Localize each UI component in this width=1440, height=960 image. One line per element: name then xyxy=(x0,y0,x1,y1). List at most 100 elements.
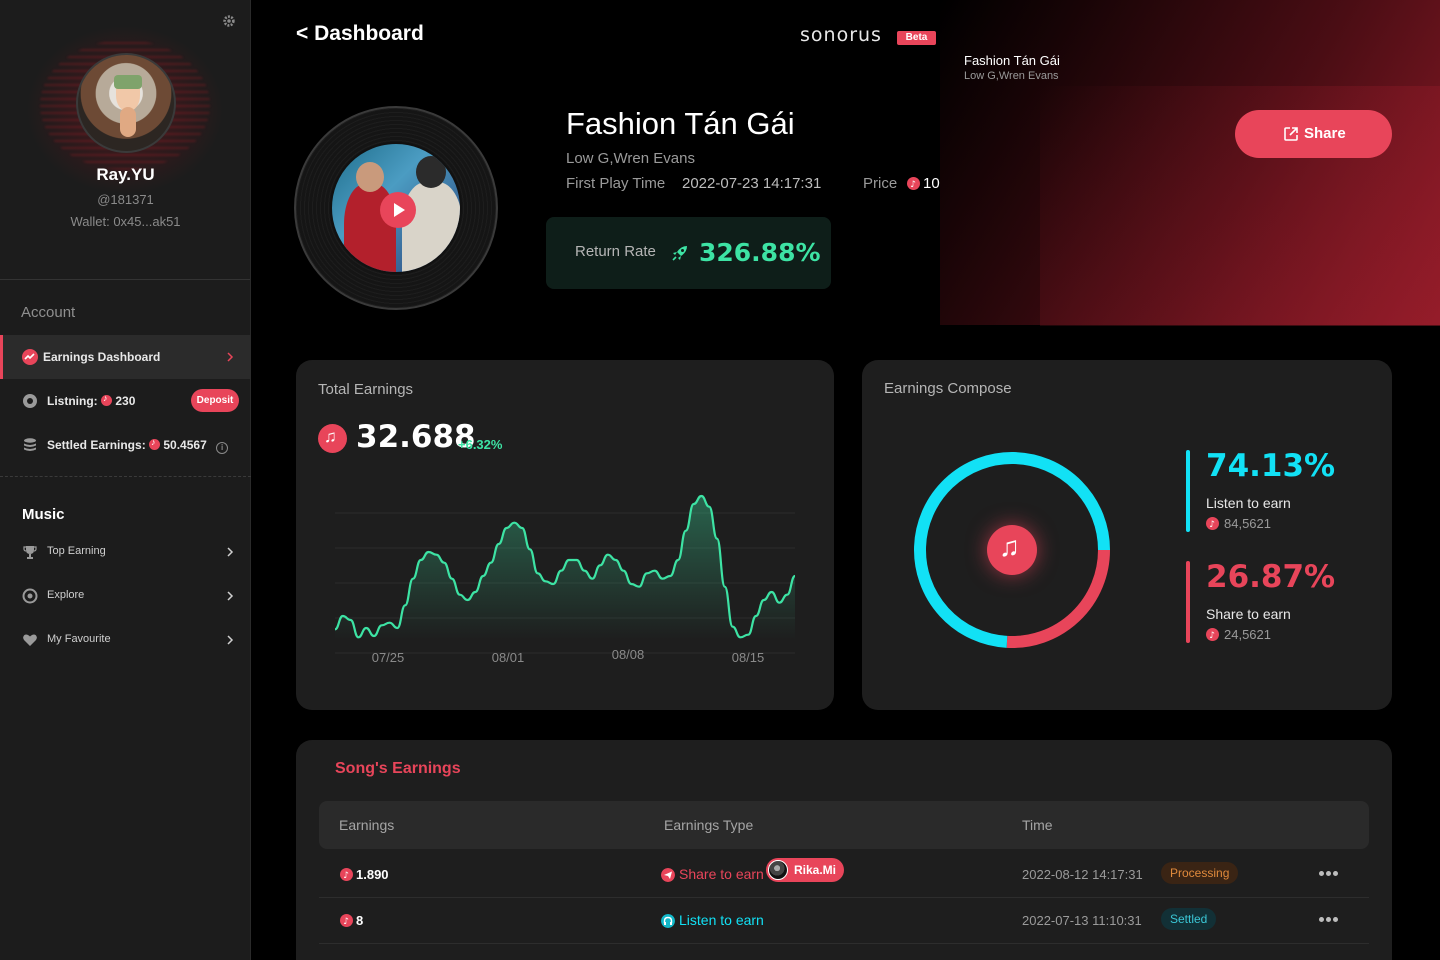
disc-icon xyxy=(23,394,37,408)
account-section-title: Account xyxy=(21,304,76,321)
chevron-right-icon xyxy=(227,547,234,557)
settled-value: 50.4567 xyxy=(163,438,207,452)
avatar[interactable] xyxy=(76,53,176,153)
return-rate-value: 326.88% xyxy=(699,238,821,267)
share-to-earn-label: Share to earn xyxy=(1206,606,1291,622)
coin-icon: ♪ xyxy=(340,914,353,927)
compass-icon xyxy=(22,588,38,604)
sidebar-item-label: Top Earning xyxy=(47,545,106,557)
table-header: Earnings Earnings Type Time xyxy=(319,801,1369,849)
svg-text:♪: ♪ xyxy=(1209,520,1215,530)
profile-name: Ray.YU xyxy=(96,165,155,184)
user-chip[interactable]: Rika.Mi xyxy=(766,858,844,882)
brand-logo: sonorus xyxy=(800,24,882,46)
headphones-icon xyxy=(661,914,675,928)
avatar-mask xyxy=(114,75,142,89)
more-options-icon[interactable] xyxy=(1319,917,1339,923)
svg-text:♪: ♪ xyxy=(343,917,349,927)
music-note-icon xyxy=(987,525,1037,575)
coin-icon xyxy=(101,393,112,406)
listen-to-earn-percent: 74.13% xyxy=(1206,448,1336,484)
coin-icon xyxy=(149,437,161,450)
sidebar-item-label: Earnings Dashboard xyxy=(43,350,161,364)
sidebar-item-label: My Favourite xyxy=(47,633,111,645)
row-earnings-type: Listen to earn xyxy=(679,912,764,928)
share-button[interactable]: Share xyxy=(1235,110,1392,158)
status-badge: Processing xyxy=(1161,862,1239,884)
sidebar-item-top-earning[interactable]: Top Earning xyxy=(0,530,251,574)
sidebar-item-explore[interactable]: Explore xyxy=(0,574,251,618)
beta-badge: Beta xyxy=(897,31,936,45)
table-row[interactable]: ♪ 1.890 Share to earn Rika.Mi 2022-08-12… xyxy=(319,852,1369,898)
listen-to-earn-value: 84,5621 xyxy=(1224,516,1271,531)
listning-label: Listning: xyxy=(47,394,98,408)
row-time: 2022-08-12 14:17:31 xyxy=(1022,867,1143,882)
chevron-right-icon xyxy=(227,635,234,645)
avatar-hand xyxy=(120,107,136,137)
row-time: 2022-07-13 11:10:31 xyxy=(1022,913,1142,928)
sidebar-item-label: Explore xyxy=(47,589,85,601)
now-playing-title[interactable]: Fashion Tán Gái xyxy=(964,53,1060,68)
now-playing-artist: Low G,Wren Evans xyxy=(964,70,1059,82)
share-icon xyxy=(661,868,675,882)
sidebar-item-earnings-dashboard[interactable]: Earnings Dashboard xyxy=(0,335,251,379)
earnings-chart[interactable]: 07/25 08/01 08/08 08/15 xyxy=(320,470,810,670)
x-tick-label: 08/08 xyxy=(612,647,645,662)
coin-icon: ♪ xyxy=(907,177,920,190)
row-amount: 1.890 xyxy=(356,867,389,882)
status-badge: Settled xyxy=(1161,908,1217,930)
cover-head-left xyxy=(356,162,384,192)
svg-text:♪: ♪ xyxy=(343,871,349,881)
coin-icon: ♪ xyxy=(1206,628,1219,641)
sidebar-divider xyxy=(0,476,251,477)
sidebar-item-my-favourite[interactable]: My Favourite xyxy=(0,618,251,662)
heart-icon xyxy=(23,634,37,646)
cover-head-right xyxy=(416,156,446,188)
cover-figure-right xyxy=(402,182,460,272)
user-avatar xyxy=(768,860,788,880)
first-play-label: First Play Time xyxy=(566,175,666,192)
settled-label: Settled Earnings: xyxy=(47,438,146,452)
music-coin-icon xyxy=(318,424,347,453)
profile-panel: Ray.YU @181371 Wallet: 0x45...ak51 xyxy=(0,0,250,280)
wallet-address[interactable]: Wallet: 0x45...ak51 xyxy=(0,214,250,229)
vinyl-record xyxy=(294,106,498,310)
x-tick-label: 08/01 xyxy=(492,650,525,665)
share-to-earn-percent: 26.87% xyxy=(1206,559,1336,595)
trophy-icon xyxy=(23,546,37,559)
more-options-icon[interactable] xyxy=(1319,871,1339,877)
earnings-compose-title: Earnings Compose xyxy=(884,380,1012,397)
sidebar-item-listning[interactable]: Listning: 230 Deposit xyxy=(0,379,251,423)
album-cover xyxy=(330,142,462,274)
share-to-earn-value: 24,5621 xyxy=(1224,627,1271,642)
song-artist: Low G,Wren Evans xyxy=(566,150,695,167)
sidebar-item-settled-earnings[interactable]: Settled Earnings: 50.4567 i xyxy=(0,423,251,467)
share-label: Share xyxy=(1304,125,1346,142)
row-amount: 8 xyxy=(356,913,364,928)
gear-icon[interactable] xyxy=(222,14,236,28)
chevron-right-icon xyxy=(227,591,234,601)
listning-value: 230 xyxy=(115,394,136,408)
column-time: Time xyxy=(1022,817,1053,833)
coin-icon: ♪ xyxy=(340,868,353,881)
svg-text:♪: ♪ xyxy=(1209,631,1215,641)
share-to-earn-indicator xyxy=(1186,561,1190,643)
return-rate-label: Return Rate xyxy=(575,243,656,260)
listen-to-earn-label: Listen to earn xyxy=(1206,495,1291,511)
x-tick-label: 08/15 xyxy=(732,650,765,665)
play-button[interactable] xyxy=(380,192,416,228)
row-earnings-type: Share to earn xyxy=(679,866,764,882)
price-label: Price xyxy=(863,175,898,192)
column-earnings: Earnings xyxy=(339,817,395,833)
table-row[interactable]: ♪ 8 Listen to earn 2022-07-13 11:10:31 S… xyxy=(319,898,1369,944)
sidebar-item-label: Listning: 230 xyxy=(47,393,136,408)
sidebar-item-label: Settled Earnings: 50.4567 i xyxy=(47,437,229,454)
database-icon xyxy=(24,438,36,451)
info-icon[interactable]: i xyxy=(216,442,229,454)
back-to-dashboard-link[interactable]: < Dashboard xyxy=(296,22,424,46)
coin-icon: ♪ xyxy=(1206,517,1219,530)
return-rate-panel: Return Rate 326.88% xyxy=(546,217,831,289)
music-section-title: Music xyxy=(22,506,65,523)
trend-icon xyxy=(22,349,38,365)
deposit-button[interactable]: Deposit xyxy=(191,389,239,412)
